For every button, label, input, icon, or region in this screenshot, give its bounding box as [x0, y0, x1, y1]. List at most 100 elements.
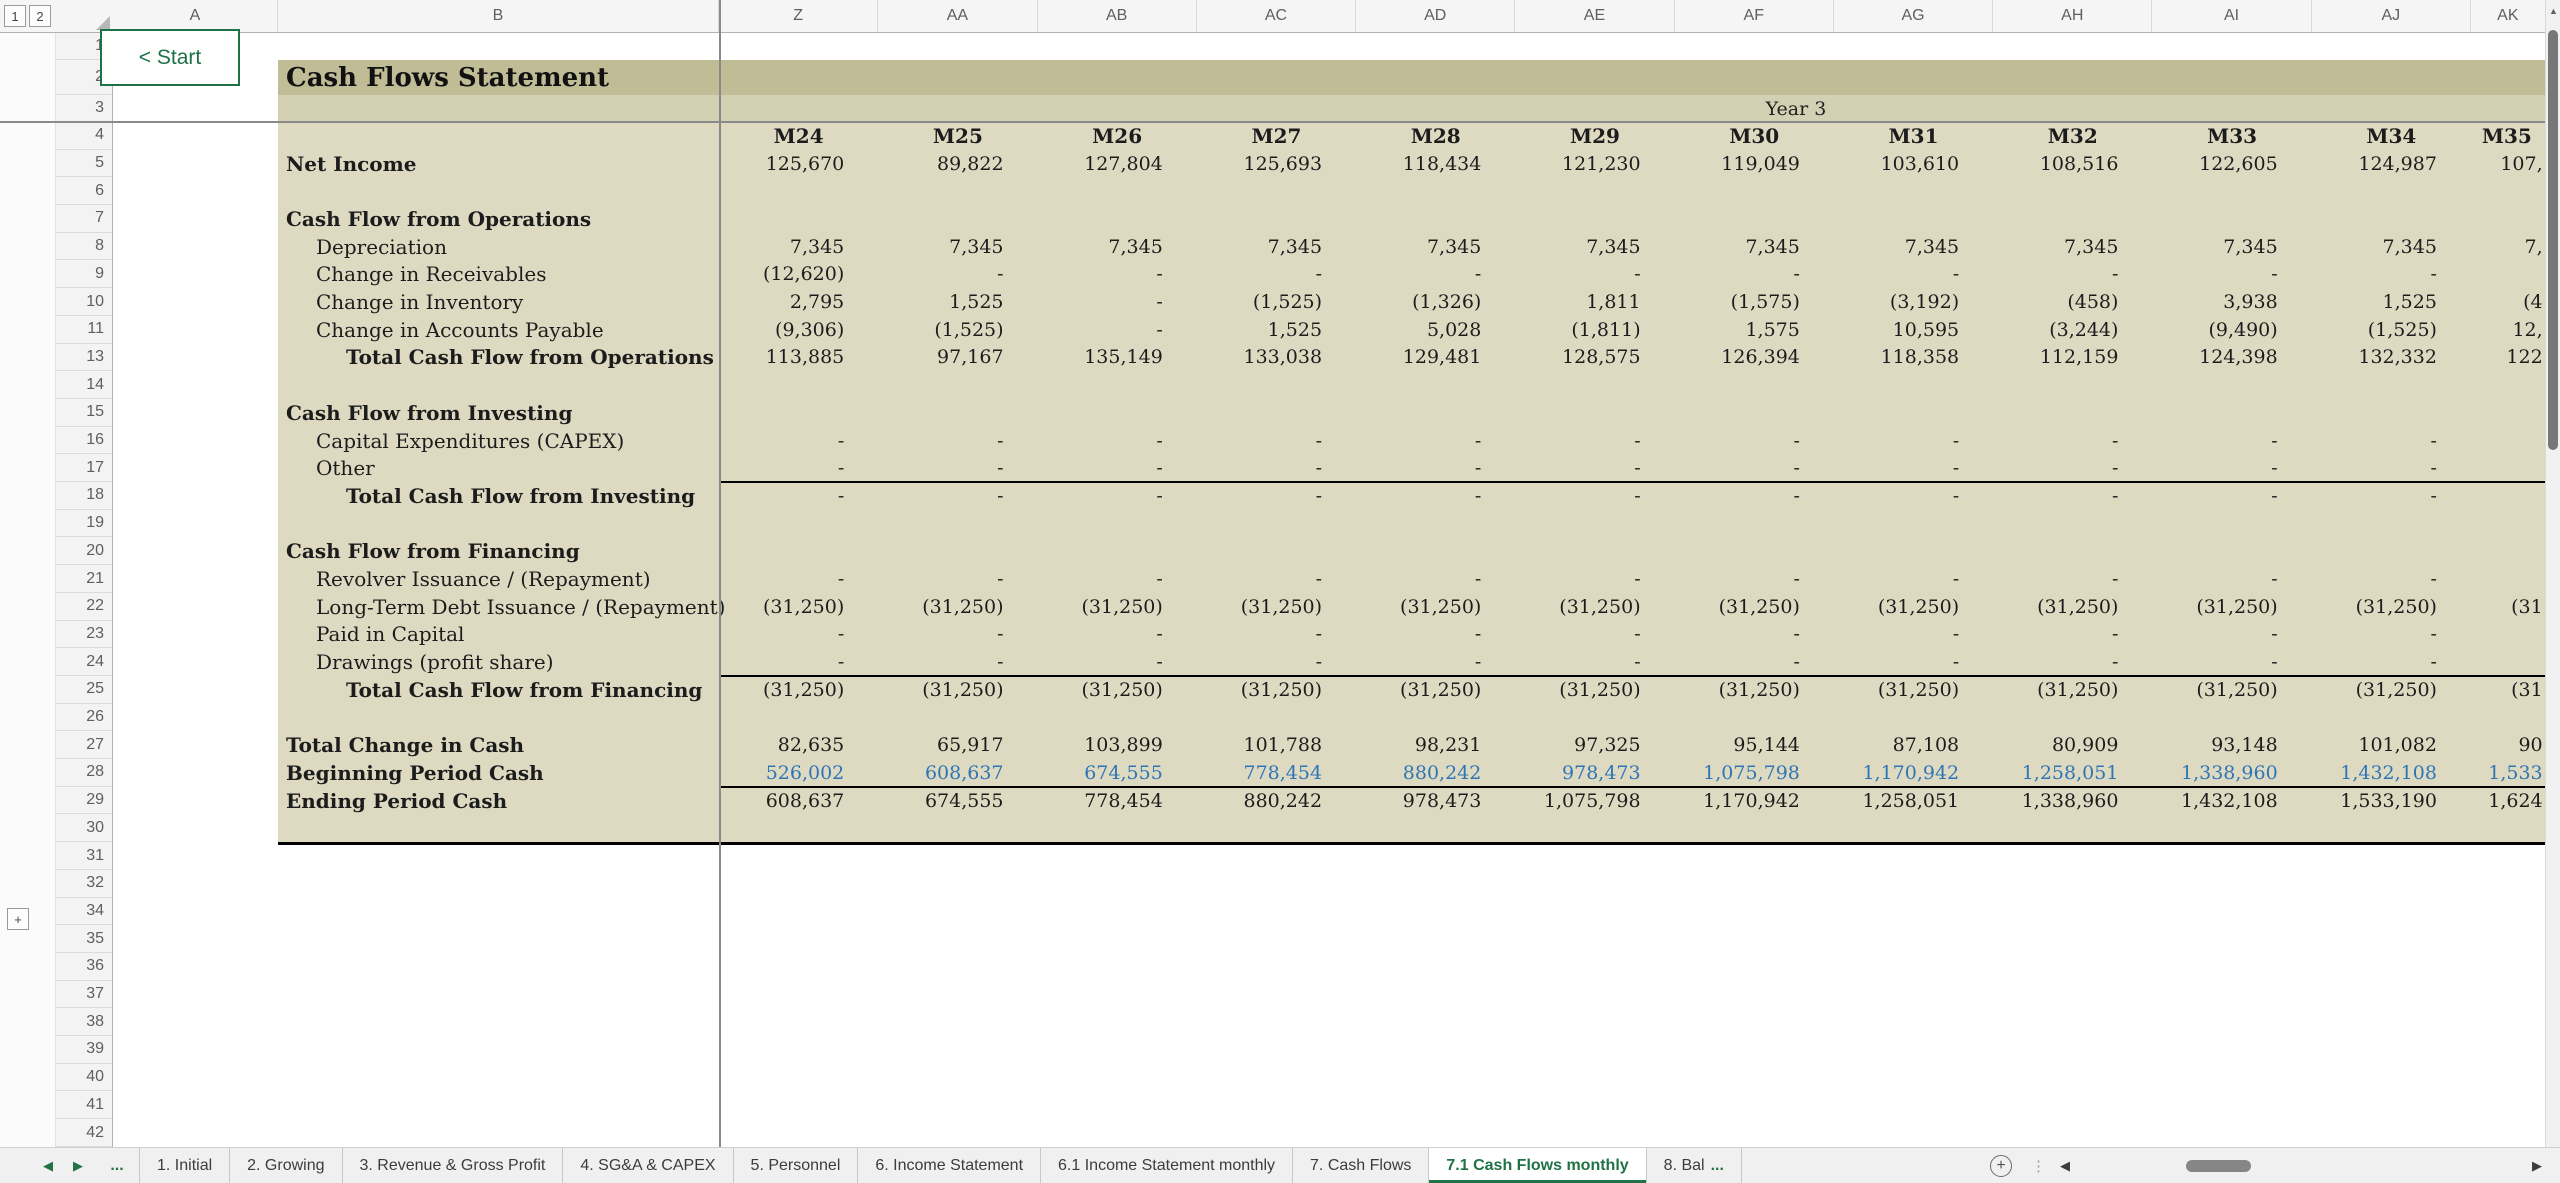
value-cell[interactable]: (1,525)	[878, 316, 1037, 344]
row-label[interactable]: Change in Receivables	[278, 261, 719, 289]
value-cell[interactable]: 128,575	[1515, 344, 1674, 372]
value-cell[interactable]: (31,250)	[719, 593, 878, 621]
row-header-6[interactable]: 6	[56, 177, 112, 205]
month-header-cell-clipped[interactable]: M35	[2471, 122, 2546, 150]
column-header-AJ[interactable]: AJ	[2312, 0, 2471, 32]
value-cell[interactable]: -	[1993, 648, 2152, 676]
row-label[interactable]: Ending Period Cash	[278, 787, 719, 815]
value-cell[interactable]: -	[2312, 261, 2471, 289]
value-cell[interactable]: 608,637	[719, 787, 878, 815]
column-header-AA[interactable]: AA	[878, 0, 1037, 32]
sheet-tab-9[interactable]: 7.1 Cash Flows monthly	[1429, 1148, 1646, 1183]
value-cell[interactable]: (31,250)	[719, 676, 878, 704]
value-cell[interactable]: 1,811	[1515, 288, 1674, 316]
value-cell[interactable]: (31,250)	[1834, 676, 1993, 704]
value-cell-clipped[interactable]: 122	[2471, 344, 2546, 372]
value-cell[interactable]: -	[1675, 454, 1834, 482]
value-cell[interactable]: -	[2152, 621, 2311, 649]
value-cell[interactable]: -	[2152, 454, 2311, 482]
value-cell[interactable]: 113,885	[719, 344, 878, 372]
row-header-19[interactable]: 19	[56, 510, 112, 538]
value-cell[interactable]: -	[1515, 565, 1674, 593]
value-cell[interactable]: -	[1356, 648, 1515, 676]
value-cell[interactable]: -	[1675, 648, 1834, 676]
row-header-25[interactable]: 25	[56, 676, 112, 704]
value-cell[interactable]: 65,917	[878, 731, 1037, 759]
value-cell[interactable]: 135,149	[1038, 344, 1197, 372]
row-header-23[interactable]: 23	[56, 621, 112, 649]
value-cell[interactable]: (31,250)	[1675, 593, 1834, 621]
value-cell[interactable]: -	[2152, 427, 2311, 455]
value-cell[interactable]: 108,516	[1993, 150, 2152, 178]
row-header-10[interactable]: 10	[56, 288, 112, 316]
row-header-4[interactable]: 4	[56, 122, 112, 150]
value-cell[interactable]: (9,306)	[719, 316, 878, 344]
value-cell[interactable]: 526,002	[719, 759, 878, 787]
value-cell[interactable]: -	[2152, 482, 2311, 510]
value-cell[interactable]: -	[1834, 648, 1993, 676]
value-cell[interactable]: (1,326)	[1356, 288, 1515, 316]
value-cell-clipped[interactable]: 12,	[2471, 316, 2546, 344]
start-button[interactable]: < Start	[100, 29, 240, 86]
value-cell[interactable]: (31,250)	[1834, 593, 1993, 621]
row-label[interactable]: Cash Flow from Investing	[278, 399, 719, 427]
value-cell[interactable]: 674,555	[1038, 759, 1197, 787]
value-cell[interactable]: 129,481	[1356, 344, 1515, 372]
row-label[interactable]: Revolver Issuance / (Repayment)	[278, 565, 719, 593]
row-header-40[interactable]: 40	[56, 1064, 112, 1092]
column-header-AK[interactable]: AK	[2471, 0, 2546, 32]
row-header-26[interactable]: 26	[56, 704, 112, 732]
value-cell[interactable]: 93,148	[2152, 731, 2311, 759]
year-3-label[interactable]: Year 3	[1766, 95, 1827, 122]
value-cell[interactable]: (458)	[1993, 288, 2152, 316]
value-cell-clipped[interactable]	[2471, 482, 2546, 510]
value-cell[interactable]: 97,325	[1515, 731, 1674, 759]
row-header-34[interactable]: 34	[56, 898, 112, 926]
value-cell[interactable]: 7,345	[1038, 233, 1197, 261]
value-cell[interactable]: 7,345	[878, 233, 1037, 261]
value-cell[interactable]: 118,358	[1834, 344, 1993, 372]
value-cell-clipped[interactable]: 7,	[2471, 233, 2546, 261]
value-cell[interactable]: -	[1993, 427, 2152, 455]
value-cell[interactable]: (31,250)	[878, 676, 1037, 704]
value-cell[interactable]: 122,605	[2152, 150, 2311, 178]
value-cell[interactable]: 124,398	[2152, 344, 2311, 372]
value-cell[interactable]: 7,345	[1993, 233, 2152, 261]
value-cell[interactable]: -	[878, 621, 1037, 649]
value-cell[interactable]: 97,167	[878, 344, 1037, 372]
value-cell[interactable]: -	[1038, 454, 1197, 482]
value-cell[interactable]: 1,432,108	[2312, 759, 2471, 787]
tabs-overflow-left[interactable]: ...	[102, 1148, 132, 1183]
value-cell[interactable]: -	[878, 427, 1037, 455]
vertical-scrollbar[interactable]: ▲	[2545, 0, 2560, 1147]
value-cell[interactable]: (31,250)	[1197, 676, 1356, 704]
row-header-24[interactable]: 24	[56, 648, 112, 676]
sheet-tab-4[interactable]: 4. SG&A & CAPEX	[563, 1148, 733, 1183]
column-header-AE[interactable]: AE	[1515, 0, 1674, 32]
sheet-nav-left-icon[interactable]: ◀	[38, 1148, 58, 1183]
value-cell[interactable]: 112,159	[1993, 344, 2152, 372]
value-cell[interactable]: (31,250)	[1675, 676, 1834, 704]
value-cell[interactable]: -	[1038, 482, 1197, 510]
value-cell[interactable]: (31,250)	[2152, 593, 2311, 621]
row-label[interactable]: Drawings (profit share)	[278, 648, 719, 676]
row-label[interactable]: Cash Flow from Financing	[278, 538, 719, 566]
value-cell[interactable]: -	[2312, 648, 2471, 676]
value-cell[interactable]: 95,144	[1675, 731, 1834, 759]
row-label[interactable]: Total Cash Flow from Investing	[278, 482, 719, 510]
value-cell[interactable]: -	[1834, 565, 1993, 593]
value-cell[interactable]: 132,332	[2312, 344, 2471, 372]
scroll-up-icon[interactable]: ▲	[2546, 6, 2560, 16]
value-cell[interactable]: -	[719, 427, 878, 455]
value-cell-clipped[interactable]: 107,	[2471, 150, 2546, 178]
value-cell-clipped[interactable]	[2471, 648, 2546, 676]
value-cell[interactable]: 3,938	[2152, 288, 2311, 316]
value-cell-clipped[interactable]: 1,624	[2471, 787, 2546, 815]
row-header-3[interactable]: 3	[56, 95, 112, 122]
value-cell[interactable]: (31,250)	[2152, 676, 2311, 704]
value-cell[interactable]: -	[1515, 454, 1674, 482]
row-header-22[interactable]: 22	[56, 593, 112, 621]
value-cell[interactable]: 608,637	[878, 759, 1037, 787]
value-cell[interactable]: 7,345	[1356, 233, 1515, 261]
value-cell[interactable]: 674,555	[878, 787, 1037, 815]
